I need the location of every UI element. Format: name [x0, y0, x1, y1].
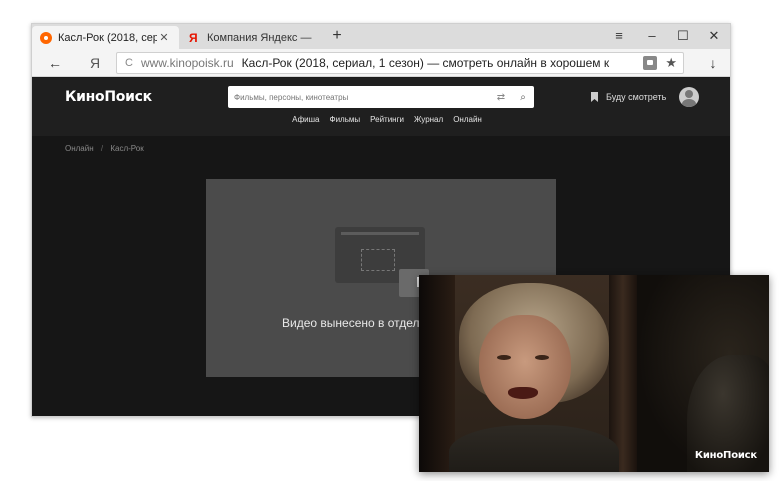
bookmark-icon	[591, 92, 598, 102]
browser-toolbar: ← Я C www.kinopoisk.ru Касл-Рок (2018, с…	[32, 49, 730, 77]
scene-face	[479, 315, 571, 419]
tab-yandex[interactable]: Я Компания Яндекс — Ин	[181, 26, 323, 49]
tab-label: Компания Яндекс — Ин	[207, 31, 315, 44]
scene-eye	[497, 355, 511, 360]
address-page-title: Касл-Рок (2018, сериал, 1 сезон) — смотр…	[241, 56, 610, 70]
tab-bar: Касл-Рок (2018, сериал) ✕ Я Компания Янд…	[32, 24, 730, 49]
download-icon[interactable]: ↓	[704, 54, 722, 72]
avatar[interactable]	[679, 87, 699, 107]
new-tab-button[interactable]: +	[329, 28, 345, 44]
breadcrumb-separator: /	[100, 144, 104, 153]
filter-icon[interactable]: ⇄	[490, 92, 512, 103]
nav-item-journal[interactable]: Журнал	[414, 115, 443, 124]
scene-eye	[535, 355, 549, 360]
watch-later-link[interactable]: Буду смотреть	[591, 92, 666, 102]
nav-item-ratings[interactable]: Рейтинги	[370, 115, 404, 124]
site-logo[interactable]: КиноПоиск	[65, 89, 152, 105]
reload-icon[interactable]: C	[125, 57, 133, 69]
yandex-icon: Я	[189, 30, 198, 45]
kinopoisk-icon	[40, 31, 52, 44]
search-box: ⇄ ⌕	[228, 86, 534, 108]
watch-later-label: Буду смотреть	[606, 92, 667, 102]
minimize-button[interactable]: –	[637, 27, 667, 45]
nav-item-films[interactable]: Фильмы	[330, 115, 361, 124]
back-button[interactable]: ←	[46, 54, 64, 72]
scene-body	[449, 425, 619, 472]
nav-item-online[interactable]: Онлайн	[453, 115, 482, 124]
yandex-button[interactable]: Я	[86, 54, 104, 72]
breadcrumb: Онлайн / Касл-Рок	[65, 144, 144, 153]
star-icon[interactable]: ★	[665, 55, 677, 71]
pip-watermark: КиноПоиск	[694, 450, 757, 461]
address-domain: www.kinopoisk.ru	[140, 56, 234, 70]
address-bar[interactable]: C www.kinopoisk.ru Касл-Рок (2018, сериа…	[116, 52, 684, 74]
lock-icon[interactable]	[643, 56, 658, 70]
breadcrumb-item-online[interactable]: Онлайн	[65, 144, 94, 153]
site-header: КиноПоиск ⇄ ⌕ Буду смотреть Афиша Фильмы…	[32, 78, 730, 136]
screenshot-stage: Касл-Рок (2018, сериал) ✕ Я Компания Янд…	[0, 0, 780, 481]
search-input[interactable]	[234, 92, 490, 102]
dashed-frame	[361, 249, 395, 271]
pip-video-window[interactable]: КиноПоиск	[419, 275, 769, 472]
search-icon[interactable]: ⌕	[512, 92, 534, 103]
tab-label: Касл-Рок (2018, сериал)	[58, 31, 157, 44]
scene-doorframe	[419, 275, 455, 472]
window-bar	[341, 232, 419, 235]
maximize-button[interactable]: ☐	[668, 27, 698, 45]
menu-icon[interactable]: ≡	[604, 27, 634, 45]
nav-item-afisha[interactable]: Афиша	[292, 115, 319, 124]
scene-mouth	[508, 387, 538, 399]
tab-castle-rock[interactable]: Касл-Рок (2018, сериал) ✕	[32, 26, 179, 49]
main-nav: Афиша Фильмы Рейтинги Журнал Онлайн	[32, 115, 730, 124]
picture-in-picture-icon	[335, 227, 429, 297]
close-tab-icon[interactable]: ✕	[157, 31, 171, 44]
close-window-button[interactable]: ✕	[699, 27, 729, 45]
breadcrumb-item-castle-rock[interactable]: Касл-Рок	[110, 144, 143, 153]
